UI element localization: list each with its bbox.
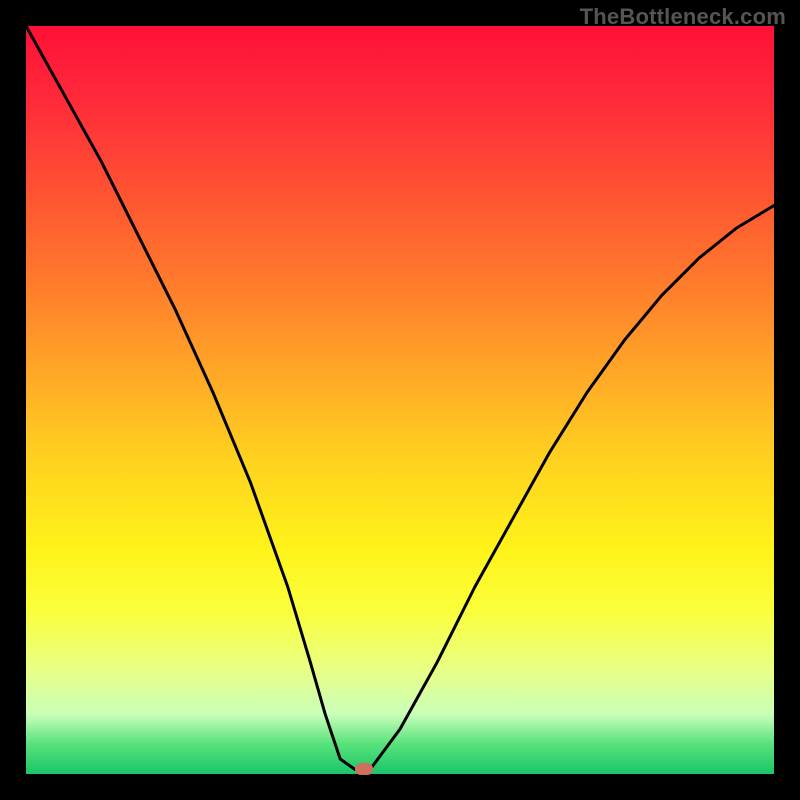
optimum-marker: [355, 763, 373, 775]
bottleneck-curve: [26, 26, 774, 774]
chart-frame: TheBottleneck.com: [0, 0, 800, 800]
plot-area: [26, 26, 774, 774]
